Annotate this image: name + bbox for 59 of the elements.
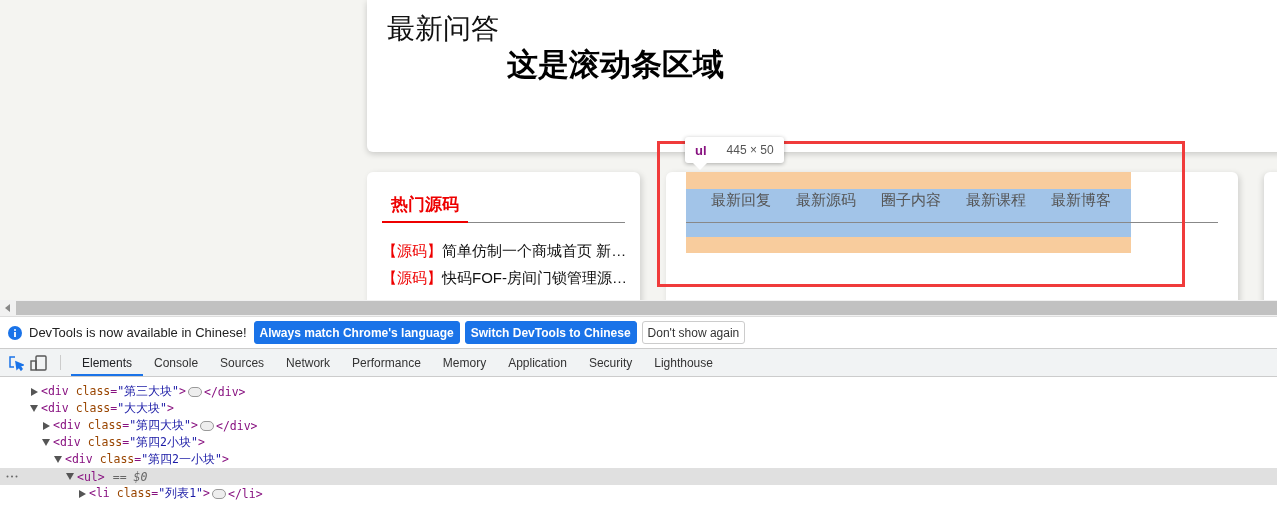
nav-tab[interactable]: 最新源码: [796, 189, 856, 237]
panel-tab[interactable]: Network: [275, 351, 342, 376]
panel-tab[interactable]: Security: [577, 351, 644, 376]
scrollbar-thumb[interactable]: [16, 301, 1277, 315]
collapse-icon[interactable]: [30, 405, 38, 412]
panel-tab[interactable]: Performance: [341, 351, 432, 376]
collapsed-content-icon[interactable]: [212, 488, 226, 499]
dom-tree-row[interactable]: <div class="第三大块"> </div>: [0, 383, 1277, 400]
collapse-icon[interactable]: [66, 473, 74, 480]
element-open-tag: <ul>: [77, 469, 105, 484]
expand-icon[interactable]: [78, 489, 86, 498]
element-open-tag: <div class="大大块">: [41, 401, 174, 416]
element-open-tag: <li class="列表1">: [89, 486, 210, 501]
element-tag: ul: [695, 142, 707, 158]
panel-tab[interactable]: Memory: [431, 351, 498, 376]
dom-tree-row[interactable]: <div class="第四2一小块">: [0, 451, 1277, 468]
dom-tree-row[interactable]: <div class="第四大块"> </div>: [0, 417, 1277, 434]
panel-tab[interactable]: Sources: [209, 351, 276, 376]
panel-tab[interactable]: Lighthouse: [643, 351, 724, 376]
panel-tab[interactable]: Elements: [71, 351, 144, 376]
nav-tab[interactable]: 最新课程: [966, 189, 1026, 237]
panel-tab[interactable]: Application: [497, 351, 578, 376]
dom-tree-row[interactable]: <div class="大大块">: [0, 400, 1277, 417]
element-close-tag: </div>: [216, 418, 258, 433]
panel-tab[interactable]: Console: [143, 351, 210, 376]
more-icon[interactable]: [6, 475, 18, 478]
nav-tab[interactable]: 最新博客: [1051, 189, 1111, 237]
info-icon: [8, 325, 22, 340]
collapsed-content-icon[interactable]: [200, 420, 214, 431]
section-tab[interactable]: 热门源码: [382, 190, 468, 223]
element-open-tag: <div class="第四2小块">: [53, 435, 205, 450]
collapsed-content-icon[interactable]: [188, 386, 202, 397]
dom-tree-row[interactable]: <div class="第四2小块">: [0, 434, 1277, 451]
scroll-left-icon[interactable]: [5, 304, 11, 312]
element-size: 445 × 50: [726, 143, 774, 157]
language-button[interactable]: Always match Chrome's language: [253, 321, 460, 344]
expand-icon[interactable]: [30, 387, 38, 396]
nav-tab[interactable]: 圈子内容: [881, 189, 941, 237]
section-heading: 最新问答: [387, 12, 499, 46]
selected-marker: == $0: [112, 469, 148, 484]
infobar-message: DevTools is now available in Chinese!: [29, 325, 247, 340]
source-link[interactable]: 【源码】简单仿制一个商城首页 新…: [382, 237, 625, 264]
nav-tab[interactable]: 最新回复: [711, 189, 771, 237]
device-toolbar-icon[interactable]: [30, 354, 48, 371]
source-link[interactable]: 【源码】快码FOF-房间门锁管理源…: [382, 264, 625, 291]
element-open-tag: <div class="第四2一小块">: [65, 452, 229, 467]
collapse-icon[interactable]: [42, 439, 50, 446]
dom-tree-row[interactable]: <ul> == $0: [0, 468, 1277, 485]
expand-icon[interactable]: [42, 421, 50, 430]
collapse-icon[interactable]: [54, 456, 62, 463]
element-open-tag: <div class="第四大块">: [53, 418, 198, 433]
element-open-tag: <div class="第三大块">: [41, 384, 186, 399]
element-close-tag: </div>: [204, 384, 246, 399]
language-button[interactable]: Switch DevTools to Chinese: [464, 321, 637, 344]
scroll-area-title: 这是滚动条区域: [507, 46, 724, 84]
dom-tree-row[interactable]: <li class="列表1"> </li>: [0, 485, 1277, 502]
inspect-icon[interactable]: [8, 354, 24, 371]
dismiss-button[interactable]: Don't show again: [641, 321, 746, 344]
element-close-tag: </li>: [228, 486, 263, 501]
